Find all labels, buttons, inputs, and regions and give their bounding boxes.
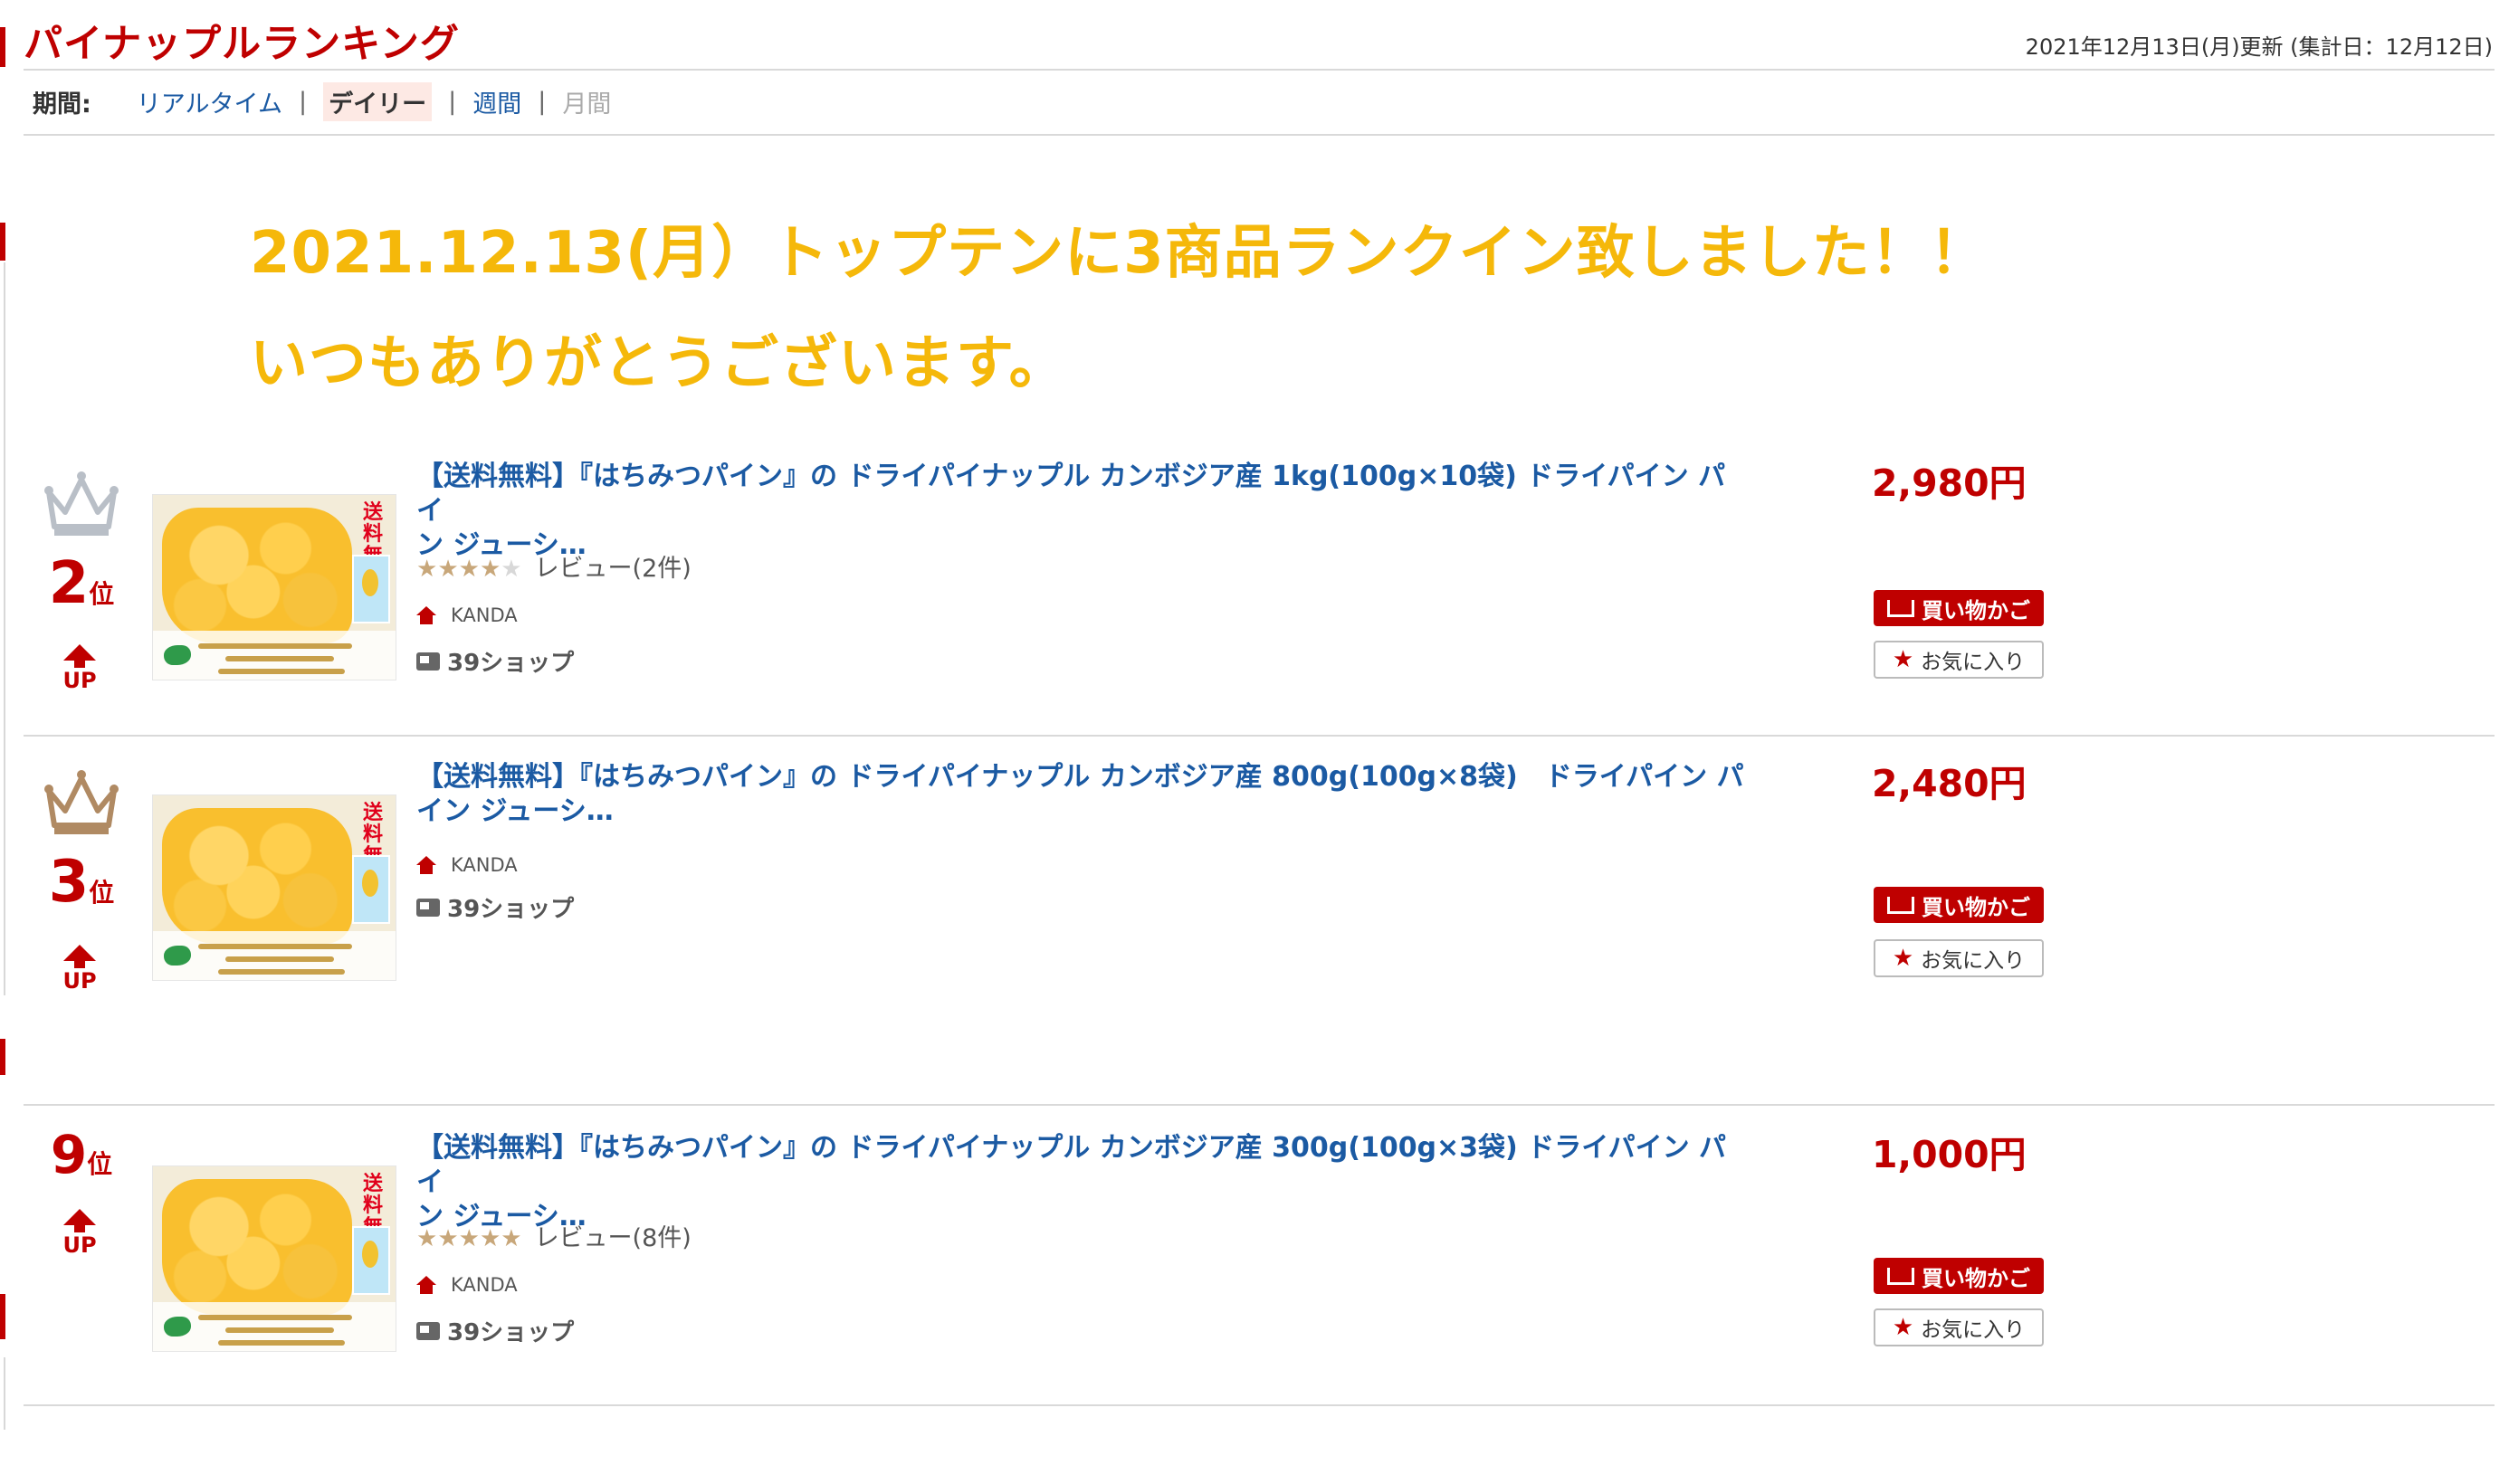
- shop-icon: [416, 856, 436, 874]
- shipping-badge: 39ショップ: [416, 644, 574, 678]
- add-to-cart-button[interactable]: 買い物かご: [1874, 1258, 2044, 1294]
- product-thumbnail[interactable]: 送料無料: [152, 794, 396, 981]
- rank-number: 3位: [48, 849, 115, 916]
- period-option-weekly[interactable]: 週間: [472, 84, 521, 119]
- period-divider: [24, 134, 2495, 136]
- period-label: 期間:: [33, 90, 91, 119]
- add-to-favorites-button[interactable]: ★ お気に入り: [1874, 641, 2044, 679]
- left-edge-mark: [0, 1294, 5, 1339]
- period-separator: |: [299, 87, 308, 116]
- product-thumbnail[interactable]: 送料無料: [152, 494, 396, 680]
- leaf-logo-icon: [164, 1317, 191, 1337]
- shipping-badge: 39ショップ: [416, 890, 574, 924]
- rating: ★★★★★ レビュー(8件): [416, 1218, 692, 1253]
- header-divider: [24, 69, 2495, 71]
- cart-icon: [1887, 1267, 1914, 1285]
- leaf-logo-icon: [164, 946, 191, 966]
- rank-number: 9位: [50, 1124, 113, 1185]
- rating-stars: ★★★★★: [416, 1225, 522, 1252]
- shop-link[interactable]: KANDA: [416, 604, 518, 626]
- period-option-realtime[interactable]: リアルタイム: [137, 84, 282, 119]
- shop-link[interactable]: KANDA: [416, 1274, 518, 1296]
- add-to-favorites-button[interactable]: ★ お気に入り: [1874, 1308, 2044, 1346]
- cart-icon: [1887, 599, 1914, 617]
- product-price: 1,000円: [1872, 1133, 2027, 1176]
- update-date: 2021年12月13日(月)更新 (集計日：12月12日): [2025, 34, 2493, 60]
- period-separator: |: [538, 87, 547, 116]
- review-count-link[interactable]: レビュー(2件): [535, 555, 692, 583]
- cart-icon: [1887, 896, 1914, 914]
- item-divider: [24, 1404, 2495, 1406]
- star-icon: ★: [1892, 646, 1914, 673]
- product-price: 2,980円: [1872, 461, 2027, 505]
- left-edge-mark: [0, 27, 5, 67]
- review-count-link[interactable]: レビュー(8件): [535, 1224, 692, 1252]
- truck-icon: [416, 898, 440, 917]
- period-option-monthly: 月間: [562, 90, 612, 119]
- rank-number: 2位: [48, 550, 115, 617]
- item-divider: [24, 1104, 2495, 1106]
- left-edge-line: [4, 1357, 5, 1430]
- star-icon: ★: [1892, 1314, 1914, 1341]
- up-arrow-icon: [63, 1209, 96, 1225]
- product-title-link[interactable]: 【送料無料】『はちみつパイン』の ドライパイナップル カンボジア産 1kg(10…: [416, 460, 1747, 563]
- shop-icon: [416, 606, 436, 624]
- rating: ★★★★★ レビュー(2件): [416, 548, 692, 584]
- rank-up-indicator: UP: [56, 1209, 103, 1258]
- left-edge-mark: [0, 223, 5, 261]
- up-arrow-icon: [63, 945, 96, 961]
- item-divider: [24, 735, 2495, 737]
- shipping-badge: 39ショップ: [416, 1314, 574, 1347]
- announcement-line-2: いつもありがとうございます。: [250, 330, 1068, 397]
- rank-up-indicator: UP: [56, 945, 103, 994]
- truck-icon: [416, 652, 440, 671]
- package-image: [352, 555, 390, 623]
- left-edge-line: [4, 262, 5, 995]
- up-arrow-icon: [63, 644, 96, 661]
- period-option-daily[interactable]: デイリー: [323, 81, 433, 121]
- left-edge-mark: [0, 1039, 5, 1075]
- product-thumbnail[interactable]: 送料無料: [152, 1165, 396, 1352]
- rating-stars: ★★★★★: [416, 556, 522, 583]
- period-selector: 期間: リアルタイム | デイリー | 週間 | 月間: [33, 81, 611, 121]
- rank-up-indicator: UP: [56, 644, 103, 693]
- silver-crown-icon: [44, 471, 119, 536]
- leaf-logo-icon: [164, 645, 191, 665]
- add-to-favorites-button[interactable]: ★ お気に入り: [1874, 939, 2044, 977]
- product-price: 2,480円: [1872, 762, 2027, 805]
- shop-link[interactable]: KANDA: [416, 854, 518, 876]
- announcement-line-1: 2021.12.13(月）トップテンに3商品ランクイン致しました！！: [250, 220, 1989, 287]
- product-title-link[interactable]: 【送料無料】『はちみつパイン』の ドライパイナップル カンボジア産 800g(1…: [416, 760, 1747, 829]
- add-to-cart-button[interactable]: 買い物かご: [1874, 887, 2044, 923]
- add-to-cart-button[interactable]: 買い物かご: [1874, 590, 2044, 626]
- shop-icon: [416, 1276, 436, 1294]
- truck-icon: [416, 1321, 440, 1340]
- package-image: [352, 1226, 390, 1295]
- period-separator: |: [448, 87, 457, 116]
- page-title: パイナップルランキング: [24, 22, 460, 67]
- package-image: [352, 855, 390, 924]
- star-icon: ★: [1892, 945, 1914, 972]
- bronze-crown-icon: [44, 770, 119, 834]
